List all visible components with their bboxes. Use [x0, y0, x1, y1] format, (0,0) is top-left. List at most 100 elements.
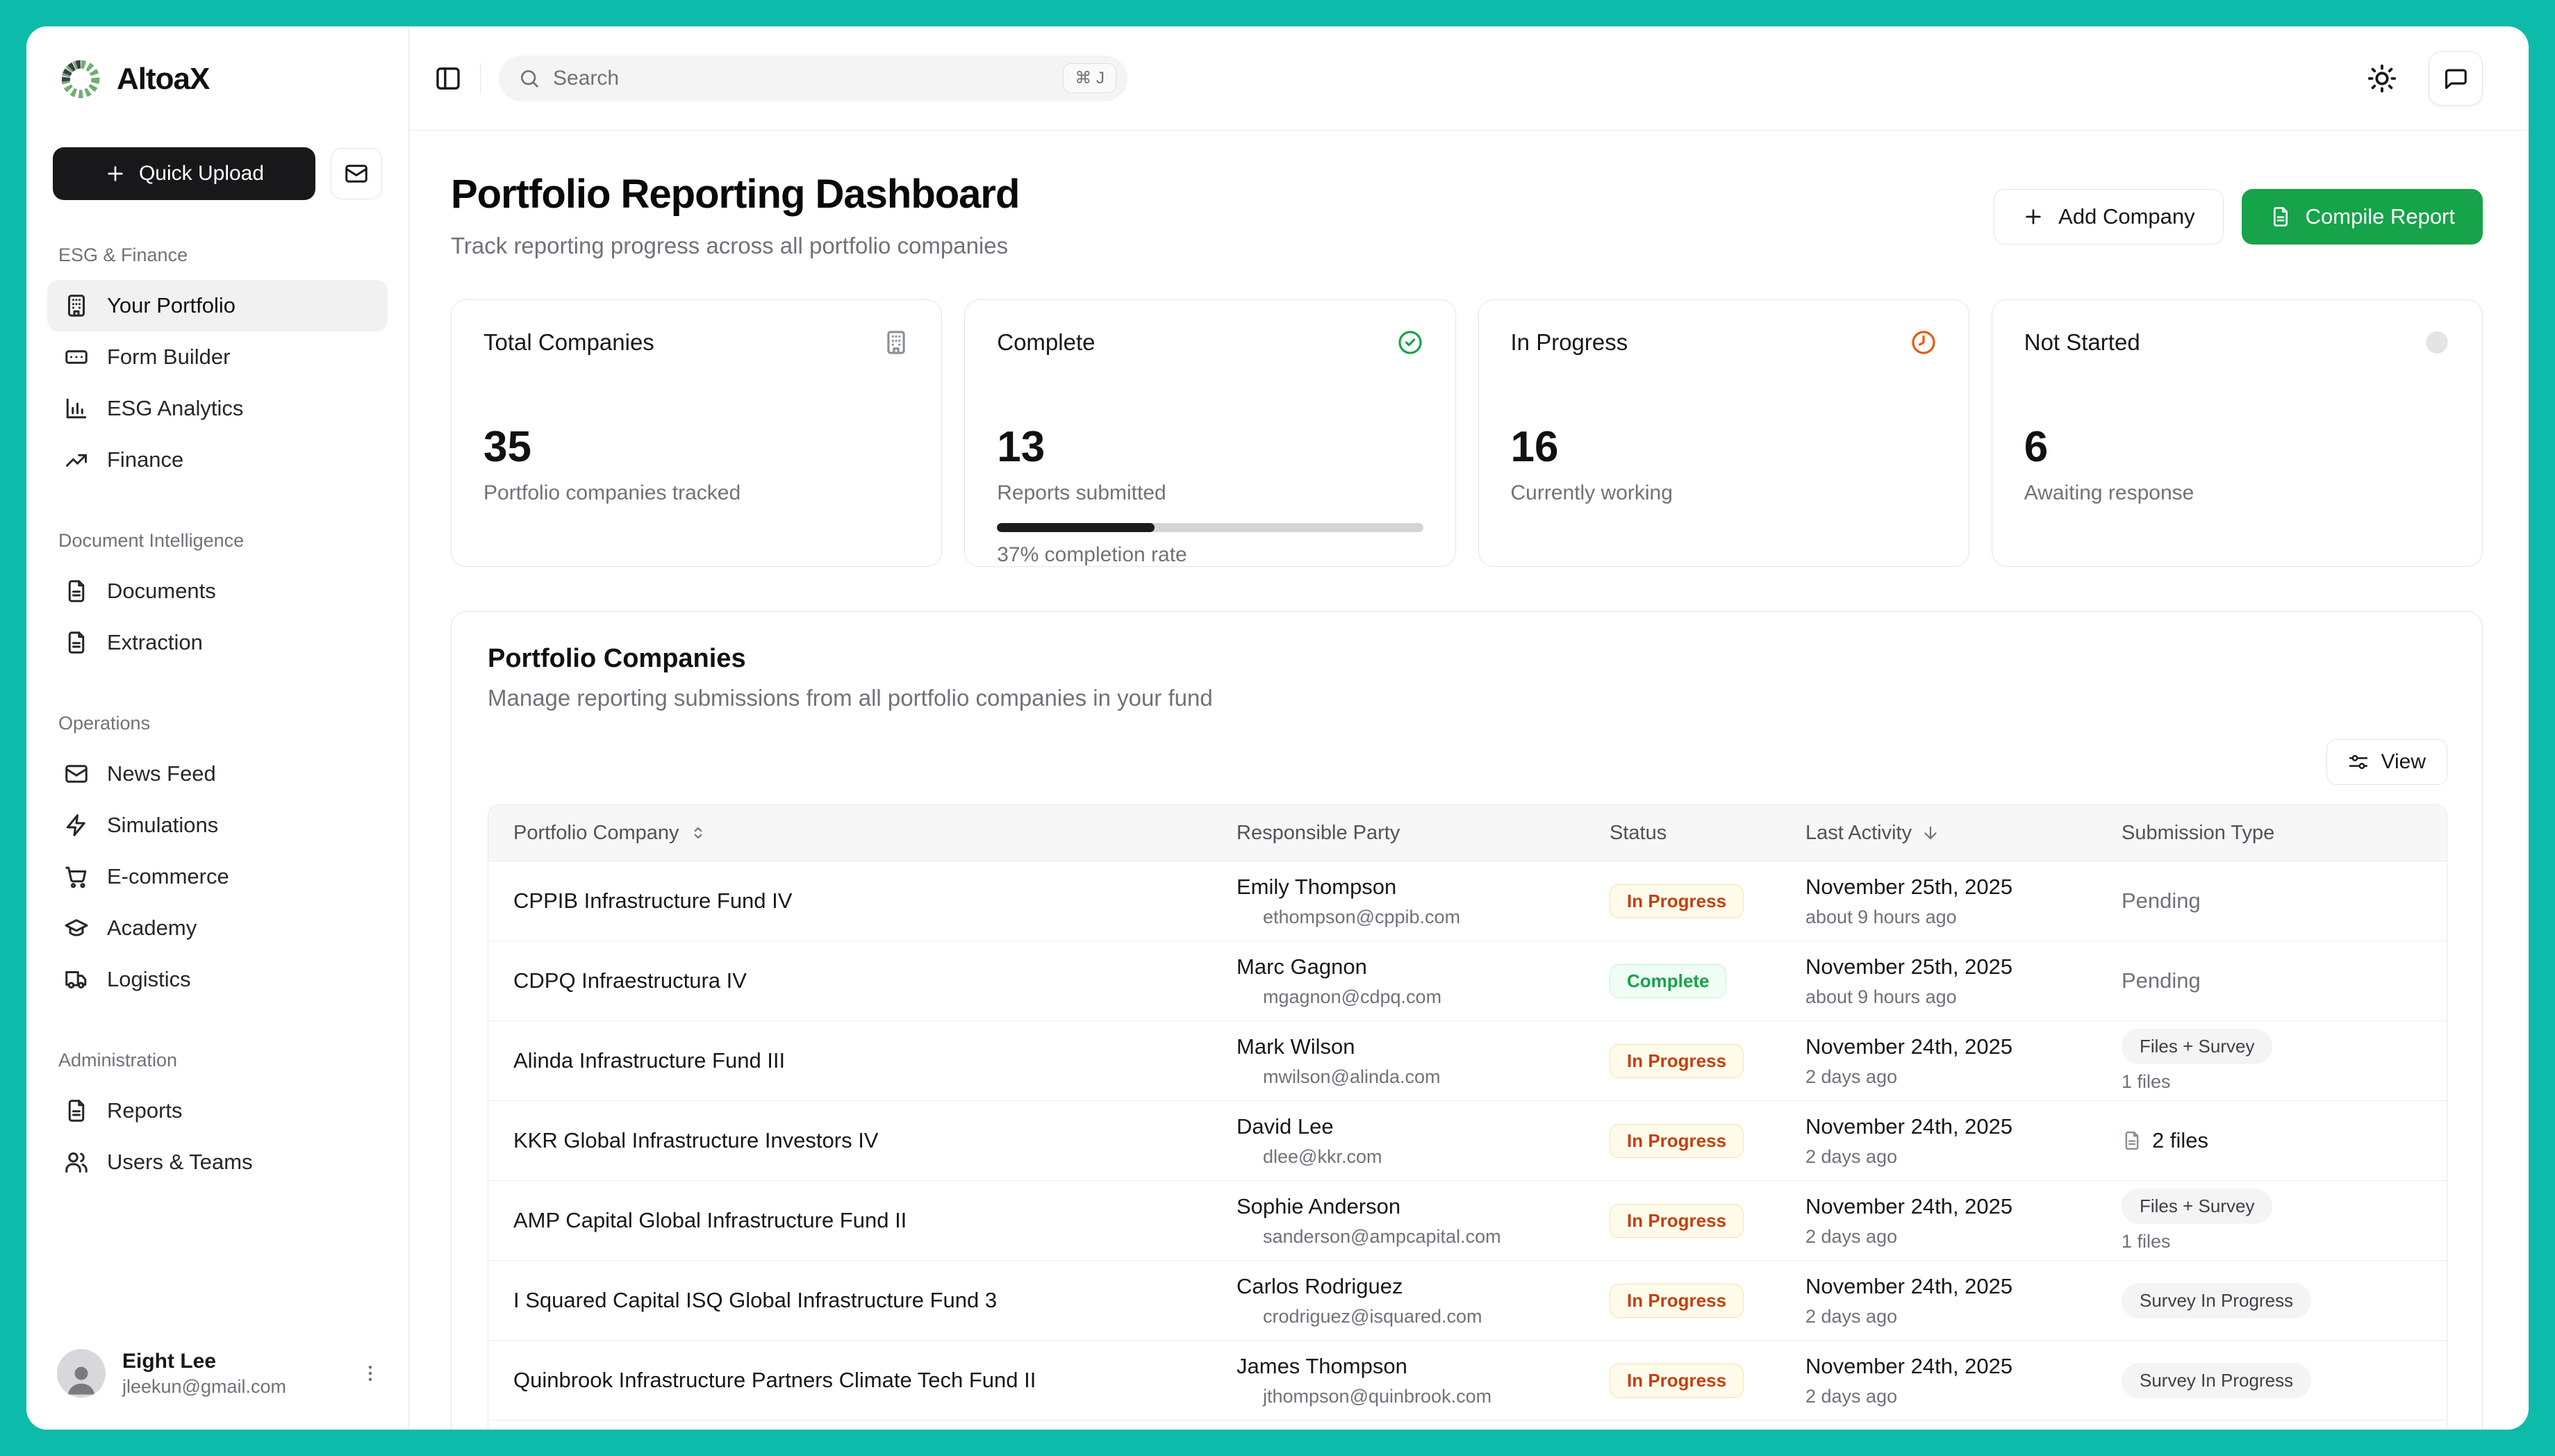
sidebar-toggle-icon[interactable]	[434, 65, 462, 92]
main-area: ⌘ J Portfolio Reporting Dashboard Track …	[409, 26, 2529, 1430]
envelope-icon	[1237, 908, 1255, 926]
chat-bubble-icon	[2442, 65, 2469, 92]
sidebar-item-simulations[interactable]: Simulations	[47, 800, 388, 851]
sidebar-item-esg-analytics[interactable]: ESG Analytics	[47, 383, 388, 434]
compile-report-button[interactable]: Compile Report	[2242, 189, 2483, 245]
sidebar-item-label: News Feed	[107, 761, 216, 786]
sidebar-item-users-teams[interactable]: Users & Teams	[47, 1136, 388, 1188]
user-card[interactable]: Eight Lee jleekun@gmail.com	[47, 1339, 388, 1402]
progress-label: 37% completion rate	[997, 543, 1423, 567]
check-circle-icon	[1397, 329, 1423, 356]
sidebar-item-logistics[interactable]: Logistics	[47, 954, 388, 1005]
progress-bar	[997, 523, 1423, 532]
sidebar-section: ESG & Finance Your Portfolio Form Builde…	[47, 245, 388, 486]
page-title: Portfolio Reporting Dashboard	[451, 171, 1019, 217]
add-company-button[interactable]: Add Company	[1994, 189, 2223, 245]
table-row[interactable]: Copenhagen Infrastructure Partners VI La…	[488, 1420, 2447, 1430]
submission-cell: Pending	[2122, 888, 2364, 913]
sidebar-item-label: Simulations	[107, 813, 218, 838]
sidebar-section: Document Intelligence Documents Extracti…	[47, 530, 388, 668]
submission-text: Pending	[2122, 888, 2201, 913]
plus-icon	[104, 163, 126, 185]
sidebar-item-label: Finance	[107, 447, 183, 472]
sidebar-item-label: Your Portfolio	[107, 293, 235, 318]
sidebar-item-academy[interactable]: Academy	[47, 902, 388, 954]
company-name: CPPIB Infrastructure Fund IV	[488, 888, 1237, 913]
quick-upload-button[interactable]: Quick Upload	[53, 147, 315, 200]
responsible-name: Carlos Rodriguez	[1237, 1274, 1610, 1299]
submission-cell: Files + Survey1 files	[2122, 1029, 2364, 1093]
circle-icon	[2424, 329, 2450, 356]
sidebar: AltoaX Quick Upload ESG & Finance Your P…	[26, 26, 409, 1430]
column-header-submission-type[interactable]: Submission Type	[2122, 822, 2364, 845]
stat-card-title: Total Companies	[483, 329, 654, 356]
table-row[interactable]: CDPQ Infraestructura IV Marc Gagnon mgag…	[488, 941, 2447, 1020]
row-actions-dots-icon[interactable]	[2394, 1289, 2417, 1312]
add-company-label: Add Company	[2058, 204, 2194, 229]
sidebar-item-your-portfolio[interactable]: Your Portfolio	[47, 280, 388, 331]
table-row[interactable]: Alinda Infrastructure Fund III Mark Wils…	[488, 1020, 2447, 1100]
row-actions-dots-icon[interactable]	[2394, 1129, 2417, 1152]
page-subtitle: Track reporting progress across all port…	[451, 233, 1019, 259]
sidebar-item-reports[interactable]: Reports	[47, 1085, 388, 1136]
row-actions-dots-icon[interactable]	[2394, 889, 2417, 913]
table-card-title: Portfolio Companies	[488, 644, 2447, 674]
table-row[interactable]: I Squared Capital ISQ Global Infrastruct…	[488, 1260, 2447, 1340]
stat-card-caption: Awaiting response	[2024, 481, 2450, 505]
search-bar[interactable]: ⌘ J	[499, 56, 1127, 101]
file-icon	[64, 630, 89, 655]
responsible-name: Mark Wilson	[1237, 1034, 1610, 1059]
sidebar-item-form-builder[interactable]: Form Builder	[47, 331, 388, 383]
last-activity-date: November 24th, 2025	[1805, 1274, 2122, 1299]
responsible-name: Sophie Anderson	[1237, 1194, 1610, 1219]
sidebar-item-news-feed[interactable]: News Feed	[47, 748, 388, 800]
theme-toggle-sun-icon[interactable]	[2366, 63, 2398, 94]
app-window: AltoaX Quick Upload ESG & Finance Your P…	[26, 26, 2529, 1430]
submission-text: Pending	[2122, 968, 2201, 993]
row-actions-dots-icon[interactable]	[2394, 969, 2417, 993]
sidebar-item-finance[interactable]: Finance	[47, 434, 388, 486]
sliders-icon	[2348, 752, 2369, 772]
sort-chevrons-icon[interactable]	[689, 824, 707, 842]
sidebar-item-extraction[interactable]: Extraction	[47, 617, 388, 668]
row-actions-dots-icon[interactable]	[2394, 1049, 2417, 1073]
view-button[interactable]: View	[2326, 739, 2447, 785]
table-row[interactable]: KKR Global Infrastructure Investors IV D…	[488, 1100, 2447, 1180]
form-icon	[64, 345, 89, 370]
stat-card-caption: Reports submitted	[997, 481, 1423, 505]
row-actions-dots-icon[interactable]	[2394, 1209, 2417, 1232]
feedback-chat-button[interactable]	[2429, 51, 2483, 106]
responsible-email: ethompson@cppib.com	[1263, 907, 1460, 928]
logo: AltoaX	[47, 57, 388, 101]
column-header-last-activity[interactable]: Last Activity	[1805, 822, 2122, 845]
sidebar-item-e-commerce[interactable]: E-commerce	[47, 851, 388, 902]
sidebar-section: Administration Reports Users & Teams	[47, 1050, 388, 1188]
column-header-status[interactable]: Status	[1610, 822, 1805, 845]
column-header-responsible-party[interactable]: Responsible Party	[1237, 822, 1610, 845]
table-row[interactable]: CPPIB Infrastructure Fund IV Emily Thomp…	[488, 861, 2447, 941]
last-activity-ago: about 9 hours ago	[1805, 907, 2122, 928]
submission-cell: Survey In Progress	[2122, 1283, 2364, 1318]
table-row[interactable]: AMP Capital Global Infrastructure Fund I…	[488, 1180, 2447, 1260]
sidebar-item-label: Reports	[107, 1098, 183, 1123]
row-actions-dots-icon[interactable]	[2394, 1368, 2417, 1392]
envelope-icon	[1237, 1068, 1255, 1086]
last-activity-date: November 24th, 2025	[1805, 1354, 2122, 1379]
column-header-portfolio-company[interactable]: Portfolio Company	[488, 822, 1237, 845]
mail-button[interactable]	[331, 148, 382, 199]
app-name: AltoaX	[117, 62, 209, 97]
user-menu-dots-icon[interactable]	[360, 1363, 381, 1384]
status-badge: In Progress	[1610, 1124, 1744, 1158]
file-text-icon	[2269, 206, 2292, 228]
responsible-email: mgagnon@cdpq.com	[1263, 986, 1441, 1008]
search-input[interactable]	[553, 67, 1050, 90]
sidebar-item-documents[interactable]: Documents	[47, 565, 388, 617]
building-icon	[64, 293, 89, 318]
table-row[interactable]: Quinbrook Infrastructure Partners Climat…	[488, 1340, 2447, 1420]
users-icon	[64, 1150, 89, 1175]
submission-cell: 2 files	[2122, 1128, 2364, 1153]
stat-card: In Progress 16 Currently working	[1478, 299, 1969, 567]
status-badge: In Progress	[1610, 1364, 1744, 1398]
responsible-email: sanderson@ampcapital.com	[1263, 1226, 1501, 1248]
sort-arrow-down-icon[interactable]	[1921, 824, 1940, 842]
